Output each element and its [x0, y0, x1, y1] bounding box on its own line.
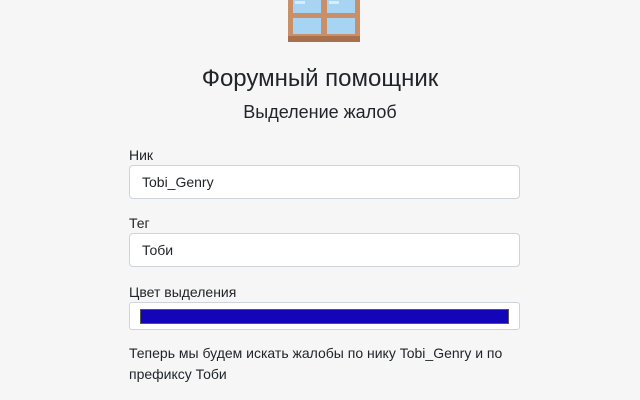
- app-logo: [288, 0, 360, 42]
- nick-input[interactable]: [129, 165, 520, 199]
- highlight-color-label: Цвет выделения: [129, 284, 237, 300]
- highlight-color-picker[interactable]: [129, 302, 520, 330]
- nick-label: Ник: [129, 147, 154, 163]
- window-icon: [288, 0, 360, 42]
- tag-label: Тег: [129, 215, 150, 231]
- app-subtitle: Выделение жалоб: [243, 102, 397, 122]
- info-message: Теперь мы будем искать жалобы по нику To…: [129, 345, 503, 382]
- app-title: Форумный помощник: [201, 65, 439, 92]
- tag-input[interactable]: [129, 233, 520, 267]
- highlight-color-swatch[interactable]: [140, 309, 509, 324]
